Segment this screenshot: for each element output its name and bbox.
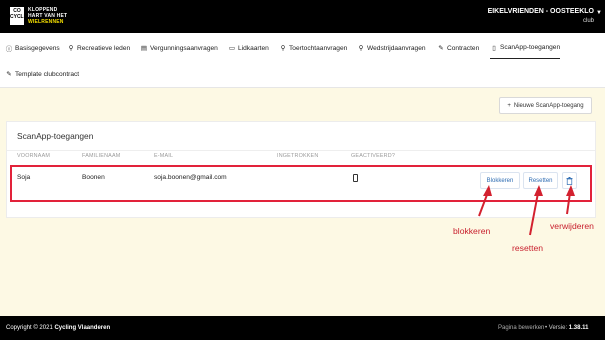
contract-icon: ✎ <box>6 71 12 78</box>
column-header-familienaam[interactable]: FAMILIENAAM <box>82 153 120 159</box>
logo-badge: CO CYCLING <box>10 7 33 25</box>
column-header-geactiveerd[interactable]: GEACTIVEERD? <box>351 153 395 159</box>
bicycle-icon: ⚲ <box>68 45 74 52</box>
plus-icon: + <box>507 102 511 109</box>
club-name: EIKELVRIENDEN - OOSTEEKLO <box>487 8 594 15</box>
card-title: ScanApp-toegangen <box>17 131 94 141</box>
trash-icon <box>566 176 573 185</box>
bicycle-icon: ⚲ <box>358 45 364 52</box>
tab-template-clubcontract[interactable]: ✎ Template clubcontract <box>5 63 79 85</box>
block-button[interactable]: Blokkeren <box>480 172 520 189</box>
annotation-verwijderen: verwijderen <box>550 221 594 231</box>
tab-vergunningsaanvragen[interactable]: ▤ Vergunningsaanvragen <box>140 37 218 59</box>
tab-recreatieve-leden[interactable]: ⚲ Recreatieve leden <box>67 37 131 59</box>
column-header-voornaam[interactable]: VOORNAAM <box>17 153 50 159</box>
column-header-email[interactable]: E-MAIL <box>154 153 173 159</box>
chevron-down-icon: ▼ <box>596 10 602 16</box>
footer: Copyright © 2021 Cycling Vlaanderen Pagi… <box>0 316 605 340</box>
mobile-icon: ▯ <box>492 44 496 52</box>
id-card-icon: ▭ <box>228 45 236 52</box>
reset-button[interactable]: Resetten <box>523 172 558 189</box>
top-bar: CO CYCLING KLOPPEND HART VAN HET WIELREN… <box>0 0 605 33</box>
annotation-resetten: resetten <box>512 243 544 253</box>
tab-lidkaarten[interactable]: ▭ Lidkaarten <box>228 37 269 59</box>
club-role: club <box>582 18 594 24</box>
book-icon: ▤ <box>140 45 148 52</box>
contract-icon: ✎ <box>438 45 444 52</box>
logo-text: KLOPPEND HART VAN HET WIELRENNEN <box>28 7 68 25</box>
divider <box>7 150 595 151</box>
new-scanapp-access-button[interactable]: + Nieuwe ScanApp-toegang <box>499 97 592 114</box>
tab-scanapp-toegangen[interactable]: ▯ ScanApp-toegangen <box>490 37 561 59</box>
column-header-ingetrokken[interactable]: INGETROKKEN <box>277 153 318 159</box>
tab-wedstrijdaanvragen[interactable]: ⚲ Wedstrijdaanvragen <box>357 37 426 59</box>
delete-button[interactable] <box>562 172 577 189</box>
edit-page-link[interactable]: Pagina bewerken <box>498 325 544 331</box>
club-selector[interactable]: EIKELVRIENDEN - OOSTEEKLO club ▼ <box>487 8 602 24</box>
tab-toertochtaanvragen[interactable]: ⚲ Toertochtaanvragen <box>279 37 348 59</box>
cycling-vlaanderen-logo[interactable]: CO CYCLING KLOPPEND HART VAN HET WIELREN… <box>10 7 67 25</box>
version-label: • Versie: 1.38.11 <box>545 325 589 331</box>
info-circle-icon: ⓘ <box>5 46 13 53</box>
tab-basisgegevens[interactable]: ⓘ Basisgegevens <box>5 37 60 59</box>
copyright: Copyright © 2021 Cycling Vlaanderen <box>6 325 111 331</box>
bicycle-icon: ⚲ <box>280 45 286 52</box>
tab-contracten[interactable]: ✎ Contracten <box>437 37 479 59</box>
club-navigation: ⓘ Basisgegevens ⚲ Recreatieve leden ▤ Ve… <box>0 33 605 88</box>
annotation-blokkeren: blokkeren <box>453 226 491 236</box>
